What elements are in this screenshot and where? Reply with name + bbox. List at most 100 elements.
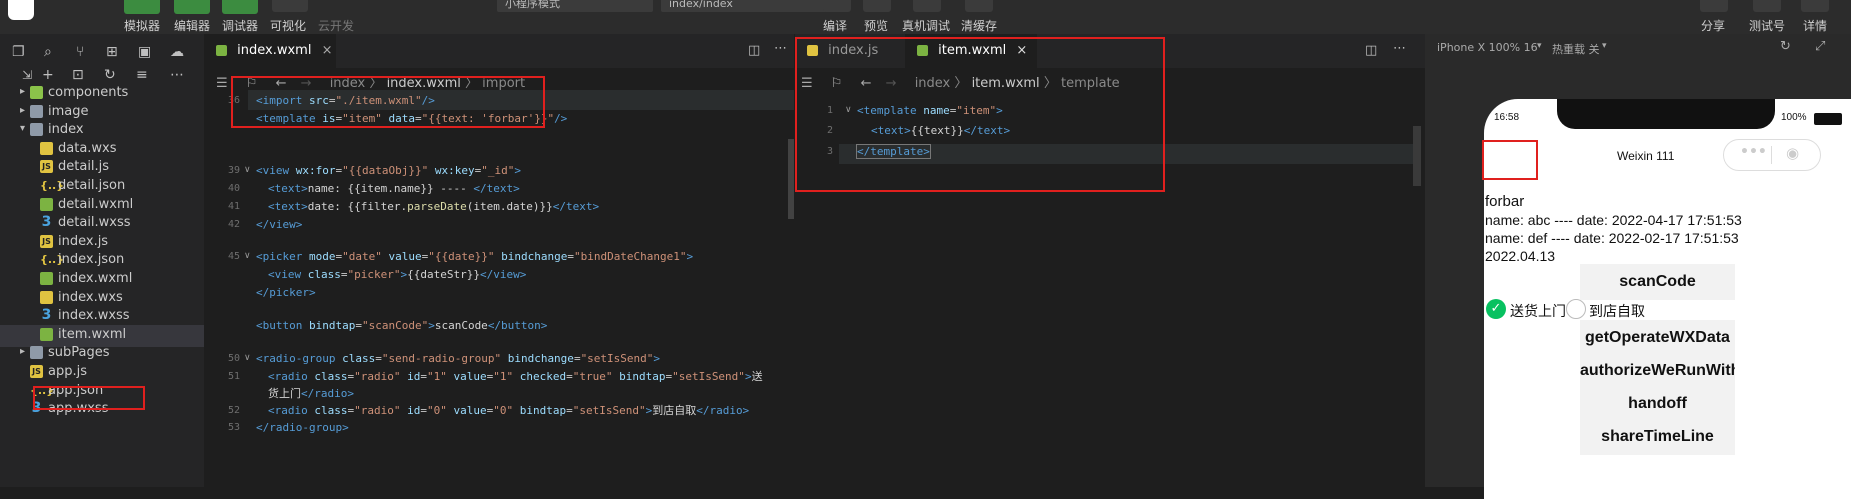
line-number: 50 [227,353,240,364]
button-label: getOperateWXData [1585,329,1730,346]
share-button[interactable] [1700,0,1728,12]
preview-label: 预览 [864,19,889,33]
cloud-icon[interactable]: ☁ [170,44,184,60]
radio-checked-icon[interactable]: ✓ [1486,299,1506,319]
js-file-icon: JS [40,160,53,174]
button-label: scanCode [1619,273,1696,290]
list-icon[interactable]: ☰ [216,76,228,91]
chevron-down-icon[interactable]: ▾ [20,123,25,134]
radio-pickup-label[interactable]: 到店自取 [1589,301,1645,321]
top-toolbar: 模拟器 编辑器 调试器 可视化 云开发 小程序模式 index/index 编译… [0,0,1851,34]
line-number: 40 [227,183,240,194]
device-select[interactable]: iPhone X 100% 16 [1437,41,1538,54]
radio-send-label[interactable]: 送货上门 [1510,301,1566,321]
details-label: 详情 [1803,19,1828,33]
code-line-42: </view> [256,218,303,231]
handoff-button[interactable]: handoff [1580,386,1735,422]
editor-toggle-button[interactable] [174,0,210,14]
folder-file-icon [30,104,43,118]
tree-item-label: index [48,122,84,138]
test-id-label: 测试号 [1749,19,1786,33]
new-folder-icon[interactable]: ⊡ [72,67,84,83]
collapse-icon[interactable]: ⇲ [22,68,32,82]
wxml-file-icon [40,197,53,211]
fold-arrow[interactable]: ∨ [244,353,251,363]
more-dots-icon[interactable]: ••• [1740,144,1767,160]
wxml-file-icon [216,45,227,56]
editor2-scrollbar[interactable] [1413,126,1421,186]
chevron-right-icon[interactable]: ▸ [20,105,25,116]
collapse-all-icon[interactable]: ≡ [136,67,148,83]
get-operate-wxdata-button[interactable]: getOperateWXData [1580,320,1735,356]
preview-button[interactable] [863,0,891,12]
debug-icon[interactable]: ▣ [138,44,151,60]
clear-cache-button[interactable] [965,0,993,12]
details-button[interactable] [1801,0,1829,12]
radio-unchecked-icon[interactable] [1566,299,1586,319]
editor-index-wxml[interactable]: index.wxml × ◫ ⋯ ☰ ⚐ ← → index 〉 index.w… [204,34,794,487]
real-debug-button[interactable] [913,0,941,12]
more-actions-icon[interactable]: ⋯ [774,41,787,56]
code-line-40: <text>name: {{item.name}} ---- </text> [268,182,520,195]
folder-file-icon [30,86,43,99]
more-icon[interactable]: ⋯ [170,67,184,83]
scan-code-button[interactable]: scanCode [1580,264,1735,300]
split-editor-icon[interactable]: ◫ [748,43,760,58]
refresh-icon[interactable]: ↻ [104,67,116,83]
test-id-button[interactable] [1753,0,1781,12]
editor-item-wxml[interactable]: index.js item.wxml × ◫ ⋯ ☰ ⚐ ← → index 〉… [795,34,1425,487]
search-icon[interactable]: ⌕ [44,44,52,60]
more-actions-icon[interactable]: ⋯ [1393,41,1406,56]
wxss-file-icon: 3 [41,214,52,231]
fullscreen-icon[interactable]: ⤢ [1815,39,1825,54]
nav-title: Weixin 111 [1617,149,1675,163]
mode-select[interactable]: 小程序模式 [497,0,653,12]
source-control-icon[interactable]: ⑂ [76,44,84,60]
line-number: 42 [227,219,240,230]
code-line-49: <button bindtap="scanCode">scanCode</but… [256,319,548,332]
hot-reload-toggle[interactable]: 热重载 关 [1552,41,1600,57]
tree-item-label: item.wxml [58,326,127,342]
authorize-werun-button[interactable]: authorizeWeRunWithoutPopup [1580,353,1735,389]
tree-item-label: detail.wxss [58,215,131,231]
tree-item-label: detail.json [58,178,126,193]
extensions-icon[interactable]: ⊞ [106,44,118,60]
tab-index-wxml[interactable]: index.wxml × [204,34,336,68]
visual-toggle-button[interactable] [272,0,308,12]
highlight-import-template [231,76,545,128]
split-editor-icon[interactable]: ◫ [1365,43,1377,58]
compile-button[interactable] [823,0,851,12]
tree-item-label: detail.wxml [58,196,134,212]
rotate-icon[interactable]: ↻ [1780,39,1791,54]
code-line-41: <text>date: {{filter.parseDate(item.date… [268,200,600,213]
code-line-47: </picker> [256,286,316,299]
status-battery: 100% [1781,112,1807,123]
folder-file-icon [30,123,43,137]
app-logo [8,0,34,20]
chevron-right-icon[interactable]: ▸ [20,86,25,97]
folder-file-icon [30,346,43,360]
picker-date[interactable]: 2022.04.13 [1485,248,1555,264]
line-number: 53 [227,422,240,433]
editor1-tabbar: index.wxml × ◫ ⋯ [204,34,794,68]
close-capsule-icon[interactable]: ◉ [1786,144,1799,162]
js-file-icon: JS [30,365,43,378]
fold-arrow[interactable]: ∨ [244,165,251,175]
line-number: 39 [227,165,240,176]
page-select[interactable]: index/index [661,0,827,12]
file-explorer: ❐ ⌕ ⑂ ⊞ ▣ ☁ ⇲ + ⊡ ↻ ≡ ⋯ ▸ components ▸ imag… [0,34,204,487]
close-icon[interactable]: × [322,43,333,58]
cloud-dev-label: 云开发 [318,19,355,33]
simulator-toggle-button[interactable] [124,0,160,14]
js-file-icon: JS [40,234,53,248]
share-timeline-button[interactable]: shareTimeLine [1580,419,1735,455]
compile-label: 编译 [823,19,848,33]
button-label: authorizeWeRunWithoutPopup [1580,362,1735,379]
capsule-menu[interactable]: ••• ◉ [1723,139,1821,171]
fold-arrow[interactable]: ∨ [244,251,251,261]
debugger-toggle-button[interactable] [222,0,258,14]
new-file-icon[interactable]: + [42,67,54,83]
tree-item-label: index.wxss [58,308,130,324]
chevron-right-icon[interactable]: ▸ [20,346,25,357]
files-icon[interactable]: ❐ [12,44,25,60]
